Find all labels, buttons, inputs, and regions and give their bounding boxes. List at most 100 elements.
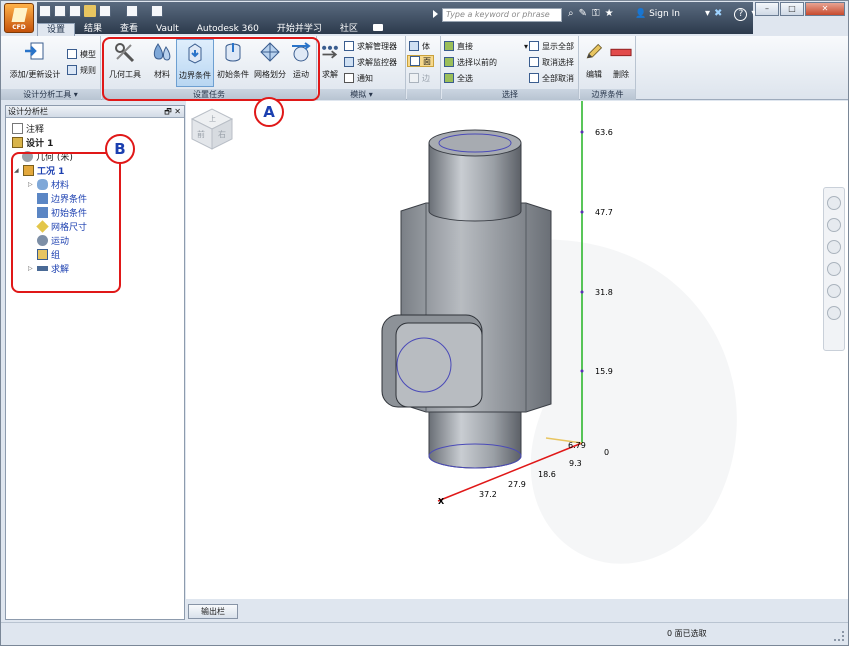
notify-label: 通知 — [357, 73, 373, 83]
look-at-icon[interactable] — [827, 284, 841, 298]
key-icon[interactable]: ⚿ — [592, 8, 600, 19]
surface-icon — [410, 56, 420, 66]
output-bar-button[interactable]: 输出栏 — [188, 604, 238, 619]
show-all-button[interactable]: 显示全部 — [529, 40, 574, 52]
app-abbrev: CFD — [12, 24, 26, 31]
add-update-design-button[interactable]: 添加/更新设计 — [5, 39, 65, 87]
viewcube-front-label: 前 — [197, 129, 205, 139]
zoom-icon[interactable] — [827, 240, 841, 254]
y-tick-2 — [580, 290, 584, 294]
resize-grip-icon[interactable] — [834, 631, 844, 641]
notify-button[interactable]: 通知 — [344, 72, 373, 84]
help-icon[interactable]: ? — [734, 8, 748, 21]
select-edge-button[interactable]: 边 — [409, 72, 430, 84]
design-label: 设计 1 — [26, 138, 54, 149]
bc-panel-label: 边界条件 — [580, 89, 635, 100]
sign-in-link[interactable]: 👤 Sign In — [635, 9, 680, 19]
select-previous-label: 选择以前的 — [457, 57, 497, 67]
selection-mode-dropdown[interactable]: 直接 ▾ — [444, 40, 528, 52]
orbit-icon[interactable] — [827, 262, 841, 276]
save-icon[interactable] — [54, 5, 66, 17]
application-menu-button[interactable]: CFD — [4, 3, 34, 33]
close-button[interactable]: ✕ — [805, 2, 845, 16]
settings-icon[interactable] — [126, 5, 138, 17]
select-previous-button[interactable]: 选择以前的 — [444, 56, 497, 68]
settings-icon[interactable] — [827, 306, 841, 320]
tab-overflow-button[interactable] — [367, 23, 389, 36]
design-icon — [12, 136, 23, 148]
tab-setup[interactable]: 设置 — [37, 23, 76, 36]
y-tick-0 — [580, 130, 584, 134]
navigation-bar — [823, 187, 845, 351]
solve-button[interactable]: 求解 — [320, 39, 340, 87]
search-input[interactable]: Type a keyword or phrase — [442, 8, 562, 22]
callout-box-a — [102, 37, 320, 101]
y-tick-label-4: 0 — [604, 448, 609, 457]
user-icon: 👤 — [635, 9, 647, 19]
binoculars-icon[interactable]: ⌕ — [568, 8, 574, 19]
tab-autodesk-360[interactable]: Autodesk 360 — [188, 23, 268, 36]
panel-selection-type: 体 面 边 — [407, 36, 441, 100]
select-surface-button[interactable]: 面 — [407, 55, 434, 67]
volume-label: 体 — [422, 41, 430, 51]
solve-monitor-button[interactable]: 求解监控器 — [344, 56, 397, 68]
panel-design-tools: 添加/更新设计 模型 规则 设计分析工具 ▾ — [1, 36, 101, 100]
x-tick-label-0: 9.3 — [569, 459, 582, 468]
dropdown-icon[interactable]: ▾ — [705, 8, 710, 21]
add-update-label: 添加/更新设计 — [9, 70, 61, 79]
edit-button[interactable]: 编辑 — [582, 39, 606, 87]
side-port-face — [395, 322, 483, 408]
favorites-icon[interactable]: ★ — [605, 8, 614, 19]
edit-label: 编辑 — [586, 70, 602, 79]
rules-button[interactable]: 规则 — [67, 64, 96, 76]
selection-panel-label: 选择 — [442, 89, 578, 100]
model-button[interactable]: 模型 — [67, 48, 96, 60]
pin-icon[interactable]: 🗗 — [164, 107, 172, 116]
viewcube[interactable]: 上 前 右 — [186, 101, 238, 153]
panel-controls: 🗗 ✕ — [164, 106, 181, 118]
tab-view[interactable]: 查看 — [111, 23, 147, 36]
tools-icon[interactable]: ✎ — [579, 8, 587, 19]
tree-item-notes[interactable]: 注释 — [8, 121, 184, 135]
tree-item-design[interactable]: 设计 1 — [8, 135, 184, 149]
calculator-icon[interactable] — [151, 5, 163, 17]
edge-label: 边 — [422, 73, 430, 83]
rules-icon — [67, 65, 77, 75]
select-mode-icon — [444, 41, 454, 51]
deselect-button[interactable]: 取消选择 — [529, 56, 574, 68]
simulation-panel-label[interactable]: 模拟 ▾ — [318, 89, 405, 100]
select-volume-button[interactable]: 体 — [409, 40, 430, 52]
tab-getting-started[interactable]: 开始并学习 — [268, 23, 331, 36]
solve-manager-button[interactable]: 求解管理器 — [344, 40, 397, 52]
exchange-icon[interactable]: ✖ — [714, 8, 722, 21]
deselect-all-button[interactable]: 全部取消 — [529, 72, 574, 84]
tab-community[interactable]: 社区 — [331, 23, 367, 36]
camera-icon — [372, 24, 383, 31]
viewcube-right-label: 右 — [218, 129, 226, 139]
tab-results[interactable]: 结果 — [75, 23, 111, 36]
solve-manager-icon — [344, 41, 354, 51]
open-icon[interactable] — [39, 5, 51, 17]
status-bar: 0 面已选取 — [1, 622, 848, 645]
design-tools-panel-label[interactable]: 设计分析工具 ▾ — [1, 89, 100, 100]
pan-icon[interactable] — [827, 218, 841, 232]
select-all-button[interactable]: 全选 — [444, 72, 473, 84]
steering-wheel-icon[interactable] — [827, 196, 841, 210]
folder-icon[interactable] — [84, 5, 96, 17]
new-icon[interactable] — [99, 5, 111, 17]
save-as-icon[interactable] — [69, 5, 81, 17]
minimize-button[interactable]: – — [755, 2, 779, 16]
delete-button[interactable]: 删除 — [608, 39, 634, 87]
selection-status: 0 面已选取 — [667, 629, 707, 638]
maximize-button[interactable]: □ — [780, 2, 804, 16]
add-design-icon — [25, 42, 44, 60]
selection-mode-value: 直接 — [457, 41, 473, 51]
x-axis-label: X — [438, 497, 445, 506]
3d-viewport[interactable]: 63.6 47.7 31.8 15.9 0 6.79 9.3 18.6 27.9… — [186, 101, 848, 599]
solve-monitor-icon — [344, 57, 354, 67]
show-all-icon — [529, 41, 539, 51]
search-expand-icon[interactable] — [433, 10, 438, 18]
notes-label: 注释 — [26, 124, 45, 135]
tab-vault[interactable]: Vault — [147, 23, 188, 36]
close-panel-icon[interactable]: ✕ — [174, 107, 181, 116]
